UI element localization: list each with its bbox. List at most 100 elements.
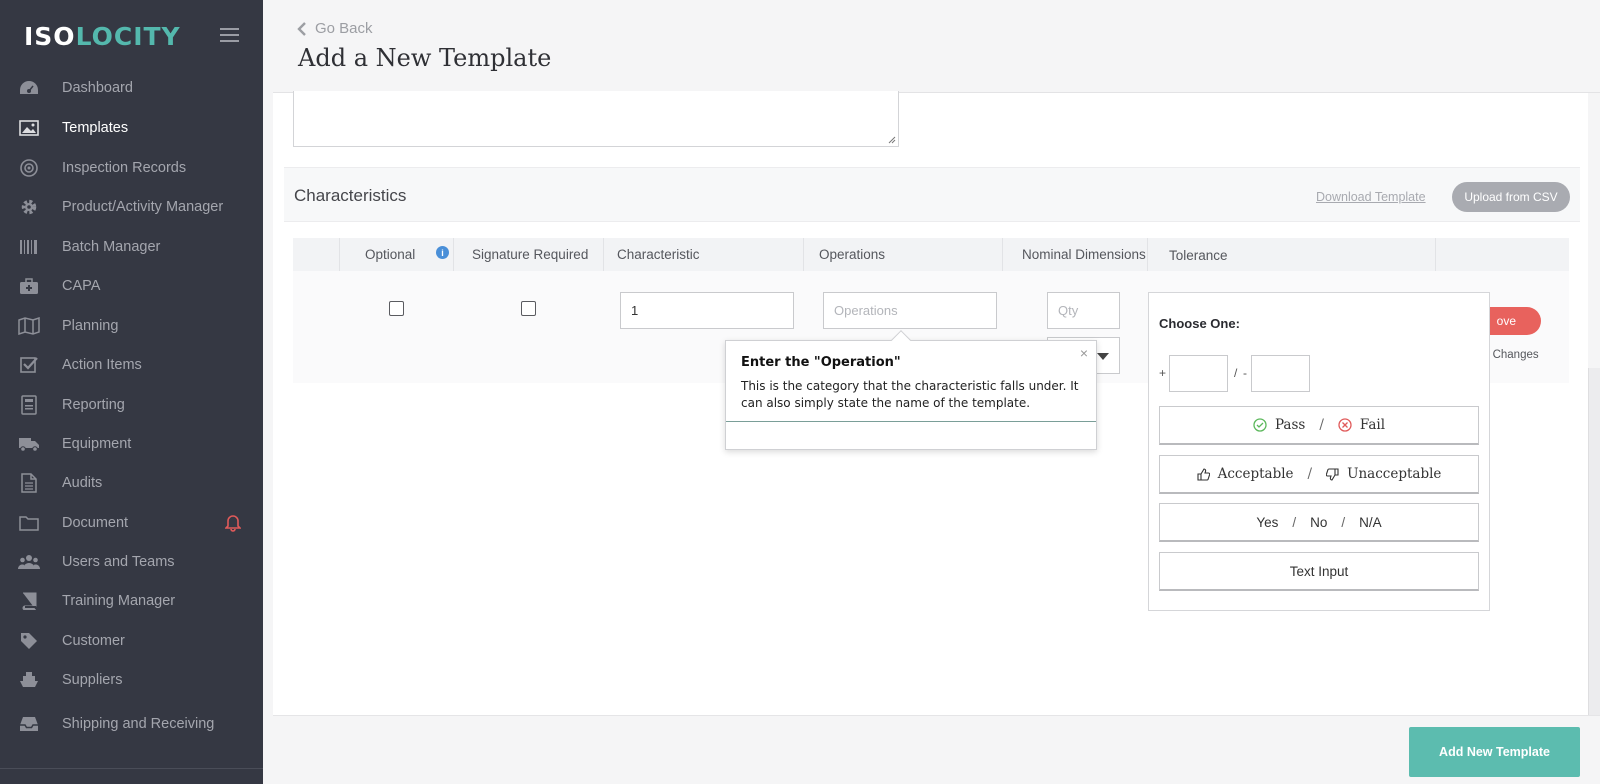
sidebar-divider <box>0 768 263 769</box>
book-icon <box>18 592 40 610</box>
logo-text-locity: LOCITY <box>75 22 181 51</box>
image-icon <box>18 119 40 137</box>
bell-icon[interactable] <box>224 514 242 537</box>
yes-no-na-option-button[interactable]: Yes / No / N/A <box>1159 503 1479 542</box>
tolerance-minus-input[interactable] <box>1251 355 1310 392</box>
sidebar-item-inspection-records[interactable]: Inspection Records <box>0 150 263 186</box>
chevron-down-icon <box>1097 353 1109 360</box>
sidebar-item-dashboard[interactable]: Dashboard <box>0 70 263 106</box>
separator: / <box>1319 417 1324 433</box>
column-header-signature-required: Signature Required <box>472 247 589 262</box>
separator: / <box>1307 466 1313 482</box>
text-input-option-button[interactable]: Text Input <box>1159 552 1479 591</box>
sidebar-item-label: Planning <box>62 318 119 334</box>
sidebar: ISOLOCITY Dashboard Templates Inspection… <box>0 0 263 784</box>
tag-icon <box>18 632 40 650</box>
users-icon <box>18 553 40 571</box>
folder-icon <box>18 514 40 532</box>
sidebar-item-label: Users and Teams <box>62 554 175 570</box>
operations-input[interactable]: Operations <box>823 292 997 329</box>
sidebar-item-shipping-and-receiving[interactable]: Shipping and Receiving <box>0 706 263 742</box>
tooltip-title: Enter the "Operation" <box>741 355 901 370</box>
characteristics-table-header: Optional i Signature Required Characteri… <box>293 238 1569 271</box>
report-icon <box>18 395 40 415</box>
sidebar-item-templates[interactable]: Templates <box>0 110 263 146</box>
separator: / <box>1341 514 1346 530</box>
chevron-left-icon <box>297 21 306 36</box>
scrollbar[interactable] <box>1588 368 1600 715</box>
sidebar-item-suppliers[interactable]: Suppliers <box>0 662 263 698</box>
tolerance-options-panel: Choose One: + / - Pass / Fail Acceptable… <box>1148 292 1490 611</box>
tolerance-panel-title: Choose One: <box>1159 316 1240 331</box>
sidebar-item-action-items[interactable]: Action Items <box>0 347 263 383</box>
unsaved-changes-label: d Changes <box>1483 349 1539 361</box>
x-circle-icon <box>1338 418 1352 432</box>
column-header-characteristic: Characteristic <box>617 247 700 262</box>
page-title: Add a New Template <box>298 44 552 72</box>
truck-icon <box>18 435 40 453</box>
pass-fail-option-button[interactable]: Pass / Fail <box>1159 406 1479 445</box>
go-back-label: Go Back <box>315 20 373 37</box>
unacceptable-label: Unacceptable <box>1347 466 1442 482</box>
sidebar-item-label: Customer <box>62 633 125 649</box>
target-icon <box>18 159 40 177</box>
sidebar-item-label: Suppliers <box>62 672 123 688</box>
column-header-nominal-dimensions: Nominal Dimensions <box>1022 247 1146 262</box>
sidebar-item-planning[interactable]: Planning <box>0 308 263 344</box>
sidebar-item-reporting[interactable]: Reporting <box>0 387 263 423</box>
info-icon[interactable]: i <box>436 246 449 259</box>
optional-checkbox[interactable] <box>389 301 404 316</box>
separator: / <box>1292 514 1297 530</box>
sidebar-item-label: Audits <box>62 475 103 491</box>
sidebar-item-document[interactable]: Document <box>0 505 263 541</box>
sidebar-item-label: Training Manager <box>62 593 176 609</box>
column-header-operations: Operations <box>819 247 886 262</box>
plus-label: + <box>1159 366 1167 380</box>
sidebar-item-product-activity-manager[interactable]: Product/Activity Manager <box>0 189 263 225</box>
sidebar-item-label: Inspection Records <box>62 160 187 176</box>
add-new-template-button[interactable]: Add New Template <box>1409 727 1580 777</box>
logo[interactable]: ISOLOCITY <box>24 22 181 51</box>
sidebar-item-equipment[interactable]: Equipment <box>0 426 263 462</box>
first-aid-icon <box>18 277 40 295</box>
signature-required-checkbox[interactable] <box>521 301 536 316</box>
tooltip-body: This is the category that the characteri… <box>741 379 1079 410</box>
dashboard-icon <box>18 79 40 97</box>
sidebar-item-training-manager[interactable]: Training Manager <box>0 583 263 619</box>
close-icon[interactable]: × <box>1080 345 1088 361</box>
tolerance-plus-input[interactable] <box>1169 355 1228 392</box>
qty-input[interactable]: Qty <box>1047 292 1120 329</box>
sidebar-item-capa[interactable]: CAPA <box>0 268 263 304</box>
acceptable-label: Acceptable <box>1217 466 1294 482</box>
characteristic-input[interactable]: 1 <box>620 292 794 329</box>
page-header: Go Back Add a New Template <box>273 0 1600 93</box>
minus-label: - <box>1243 366 1247 380</box>
download-template-link[interactable]: Download Template <box>1316 190 1426 204</box>
sidebar-item-users-and-teams[interactable]: Users and Teams <box>0 544 263 580</box>
acceptable-unacceptable-option-button[interactable]: Acceptable / Unacceptable <box>1159 455 1479 494</box>
operation-tooltip: × Enter the "Operation" This is the cate… <box>725 330 1097 450</box>
sidebar-item-audits[interactable]: Audits <box>0 465 263 501</box>
file-icon <box>18 473 40 493</box>
sidebar-item-label: Action Items <box>62 357 142 373</box>
sidebar-item-label: Templates <box>62 120 129 136</box>
na-label: N/A <box>1359 514 1382 530</box>
gear-icon <box>18 198 40 216</box>
upload-from-csv-button[interactable]: Upload from CSV <box>1452 182 1570 212</box>
resize-handle-icon[interactable] <box>886 134 896 144</box>
no-label: No <box>1310 514 1328 530</box>
go-back-link[interactable]: Go Back <box>297 20 373 37</box>
page-footer: Add New Template <box>273 715 1600 784</box>
thumbs-down-icon <box>1326 467 1339 481</box>
pass-label: Pass <box>1274 417 1306 433</box>
slash-label: / <box>1234 366 1238 380</box>
description-textarea[interactable] <box>293 91 899 147</box>
map-icon <box>18 317 40 335</box>
sidebar-item-batch-manager[interactable]: Batch Manager <box>0 229 263 265</box>
ship-icon <box>18 671 40 689</box>
inbox-icon <box>18 715 40 733</box>
sidebar-item-customer[interactable]: Customer <box>0 623 263 659</box>
menu-toggle-icon[interactable] <box>220 28 239 42</box>
sidebar-item-label: Reporting <box>62 397 125 413</box>
column-header-optional: Optional <box>365 247 416 262</box>
